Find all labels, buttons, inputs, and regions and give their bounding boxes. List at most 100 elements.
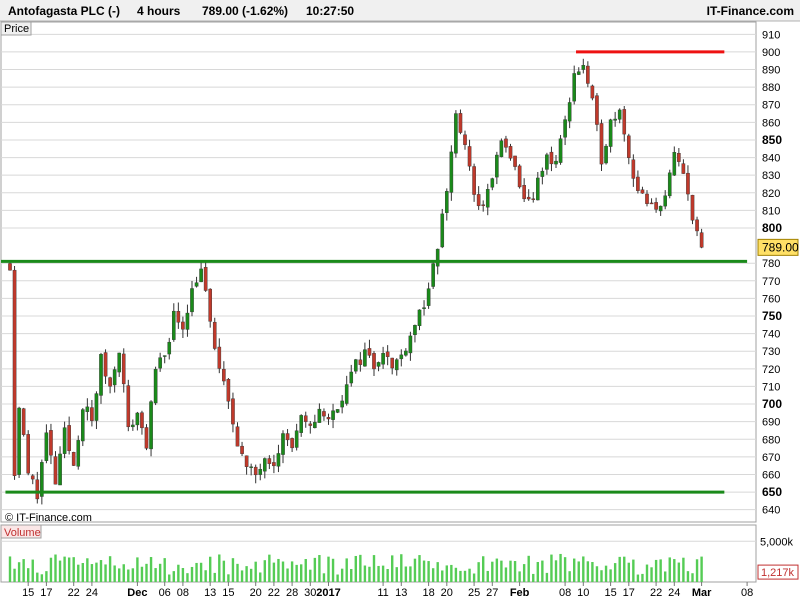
candle-body (558, 138, 563, 163)
x-tick-label: 27 (486, 587, 498, 599)
volume-bar (163, 558, 166, 582)
candle-body (144, 427, 149, 449)
volume-bar (463, 570, 467, 582)
volume-bar (618, 556, 621, 582)
volume-panel-label: Volume (4, 527, 41, 539)
volume-bar (504, 567, 508, 582)
candle-body (367, 348, 372, 356)
candle-body (526, 196, 531, 200)
volume-bar (477, 562, 480, 582)
candle-body (522, 185, 526, 200)
candle-body (440, 213, 445, 248)
volume-bar (422, 560, 426, 582)
instrument-name: Antofagasta PLC (-) (8, 4, 120, 18)
y-tick-label: 810 (762, 205, 780, 217)
y-tick-label: 830 (762, 170, 780, 182)
volume-bar (354, 555, 357, 582)
y-tick-label: 710 (762, 381, 780, 393)
x-tick-label: 15 (222, 587, 234, 599)
volume-bar (609, 569, 612, 582)
volume-bar (295, 564, 298, 582)
volume-bar (108, 556, 112, 582)
volume-bar (436, 562, 439, 582)
volume-bar (8, 556, 12, 582)
candle-body (531, 198, 536, 200)
volume-bar (322, 573, 326, 582)
volume-bar (650, 567, 653, 582)
candle-body (285, 433, 290, 441)
volume-bar (227, 574, 230, 582)
y-tick-label: 890 (762, 65, 780, 77)
volume-bar (450, 564, 453, 582)
price-panel-label: Price (4, 23, 29, 35)
volume-bar (304, 559, 307, 582)
candle-body (445, 191, 449, 213)
candle-body (94, 393, 99, 421)
volume-bar (158, 563, 162, 582)
price-panel-frame (0, 21, 757, 523)
candle-body (313, 422, 317, 429)
volume-bar (90, 564, 94, 582)
volume-bar (386, 569, 389, 582)
candle-body (249, 466, 253, 468)
y-tick-label: 670 (762, 452, 780, 464)
candle-body (235, 426, 240, 447)
y-tick-label: 860 (762, 117, 780, 129)
candle-body (185, 312, 190, 330)
volume-bar (359, 554, 362, 582)
volume-bar (363, 565, 367, 582)
candle-body (354, 359, 358, 372)
x-tick-label: 20 (250, 587, 262, 599)
volume-bar (81, 563, 84, 582)
volume-bar (636, 574, 640, 582)
volume-bar (168, 574, 171, 582)
chart-canvas[interactable]: Antofagasta PLC (-) 4 hours 789.00 (-1.6… (0, 0, 800, 600)
y-tick-label: 770 (762, 276, 780, 288)
candle-body (108, 377, 112, 387)
candle-body (244, 455, 249, 467)
candle-body (458, 113, 463, 133)
candle-body (176, 311, 181, 323)
y-tick-label: 850 (762, 133, 782, 147)
candle-body (222, 368, 226, 382)
candle-body (385, 351, 390, 357)
volume-bar (67, 557, 71, 582)
candle-body (431, 263, 435, 287)
candle-body (599, 123, 604, 165)
y-tick-label: 690 (762, 417, 780, 429)
volume-bar (86, 558, 89, 582)
candle-body (76, 440, 81, 467)
candle-body (263, 458, 267, 472)
candle-body (536, 177, 540, 201)
volume-bar (563, 557, 567, 582)
candle-body (372, 353, 376, 370)
x-tick-label: 2017 (316, 587, 340, 599)
candle-body (672, 152, 677, 176)
volume-bar (95, 562, 98, 582)
x-tick-label: 24 (668, 587, 680, 599)
brand-label: IT-Finance.com (707, 4, 794, 18)
quote-label: 789.00 (-1.62%) (202, 4, 288, 18)
candle-body (212, 321, 217, 349)
volume-bar (286, 568, 289, 582)
volume-bar (77, 564, 80, 582)
candle-body (417, 309, 422, 327)
volume-bar (536, 562, 539, 582)
volume-bar (140, 566, 144, 582)
volume-bar (509, 560, 512, 582)
candle-body (699, 232, 704, 248)
candle-body (640, 189, 645, 194)
candle-body (181, 321, 185, 330)
volume-bar (340, 568, 344, 582)
candle-body (349, 371, 354, 384)
y-tick-label: 650 (762, 485, 782, 499)
candle-body (199, 268, 203, 283)
candle-body (604, 145, 608, 164)
volume-bar (154, 568, 157, 582)
candle-body (435, 248, 440, 267)
candle-body (344, 384, 349, 404)
candle-body (194, 282, 199, 287)
candle-body (340, 400, 344, 408)
candle-body (126, 385, 131, 428)
y-tick-label: 870 (762, 100, 780, 112)
